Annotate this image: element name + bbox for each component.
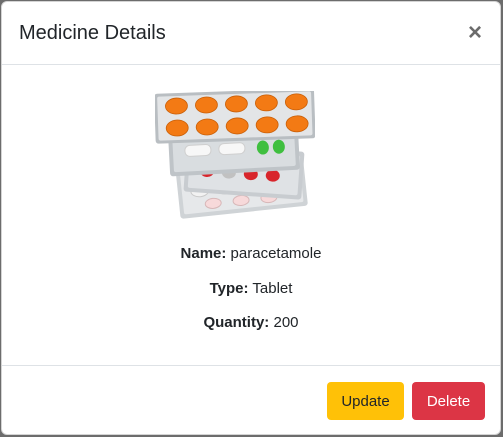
close-button[interactable]: ×	[466, 21, 484, 45]
update-button[interactable]: Update	[327, 382, 404, 420]
detail-name: Name: paracetamole	[2, 245, 500, 262]
detail-label: Type:	[209, 280, 249, 297]
modal-footer: Update Delete	[2, 365, 500, 434]
detail-value: 200	[269, 314, 299, 331]
detail-label: Name:	[180, 245, 227, 262]
detail-value: Tablet	[248, 280, 293, 297]
detail-label: Quantity:	[203, 314, 270, 331]
detail-type: Type: Tablet	[2, 280, 500, 297]
delete-button[interactable]: Delete	[412, 382, 485, 420]
modal-body: Name: paracetamole Type: Tablet Quantity…	[2, 65, 500, 365]
detail-quantity: Quantity: 200	[2, 314, 500, 331]
modal-header: Medicine Details ×	[2, 2, 500, 65]
blister-pack-orange	[155, 91, 315, 144]
detail-value: paracetamole	[226, 245, 322, 262]
modal-title: Medicine Details	[19, 21, 166, 44]
medicine-image	[155, 91, 315, 219]
medicine-details-modal: Medicine Details × Name: paracetamole Ty…	[1, 1, 501, 435]
